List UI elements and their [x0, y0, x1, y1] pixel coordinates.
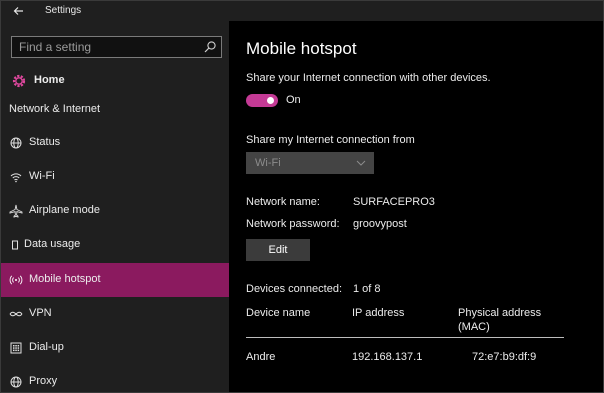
share-from-dropdown[interactable]: Wi-Fi: [246, 152, 374, 174]
page-title: Mobile hotspot: [246, 39, 357, 58]
network-name-value: SURFACEPRO3: [353, 196, 435, 208]
dialup-icon: [10, 342, 22, 354]
title-bar: Settings: [1, 1, 603, 21]
devices-connected-label: Devices connected:: [246, 283, 342, 295]
sidebar-item-airplane-mode[interactable]: Airplane mode: [1, 194, 229, 228]
sidebar-item-label: VPN: [29, 307, 52, 319]
mac-address-cell: 72:e7:b9:df:9: [472, 351, 537, 363]
device-name-cell: Andre: [246, 351, 276, 363]
globe-icon: [10, 376, 22, 388]
sidebar-item-label: Proxy: [29, 375, 58, 387]
sidebar-item-label: Status: [29, 136, 61, 148]
main-content: Mobile hotspot Share your Internet conne…: [229, 21, 603, 392]
hotspot-toggle[interactable]: [246, 94, 278, 107]
sidebar-item-dial-up[interactable]: Dial-up: [1, 331, 229, 365]
table-divider: [246, 337, 564, 338]
hotspot-icon: [9, 275, 23, 285]
sidebar-item-label: Airplane mode: [29, 204, 100, 216]
sidebar-item-label: Dial-up: [29, 341, 64, 353]
back-arrow-icon: [13, 7, 23, 15]
network-name-label: Network name:: [246, 196, 320, 208]
search-box[interactable]: [11, 36, 222, 58]
edit-button[interactable]: Edit: [246, 239, 310, 261]
back-button[interactable]: [10, 2, 28, 20]
sidebar-item-mobile-hotspot[interactable]: Mobile hotspot: [1, 263, 229, 297]
sidebar-item-label: Mobile hotspot: [29, 273, 101, 285]
data-usage-icon: [12, 240, 18, 250]
column-header-device-name: Device name: [246, 307, 311, 319]
column-header-ip-address: IP address: [352, 307, 405, 319]
sidebar-item-status[interactable]: Status: [1, 126, 229, 160]
share-description: Share your Internet connection with othe…: [246, 72, 491, 84]
chevron-down-icon: [356, 160, 366, 166]
wifi-icon: [10, 173, 22, 183]
sidebar-item-label: Home: [34, 74, 65, 86]
ip-address-cell: 192.168.137.1: [352, 351, 423, 363]
search-icon[interactable]: [203, 40, 217, 54]
sidebar: Home Network & Internet Status Wi-Fi Air…: [1, 21, 229, 392]
search-input[interactable]: [12, 37, 202, 57]
section-heading: Network & Internet: [9, 103, 101, 115]
sidebar-item-wifi[interactable]: Wi-Fi: [1, 160, 229, 194]
app-title: Settings: [45, 5, 82, 16]
sidebar-item-vpn[interactable]: VPN: [1, 297, 229, 331]
sidebar-item-proxy[interactable]: Proxy: [1, 365, 229, 393]
toggle-state-label: On: [286, 94, 301, 106]
sidebar-item-label: Wi-Fi: [29, 170, 55, 182]
sidebar-item-home[interactable]: Home: [1, 63, 229, 97]
gear-icon: [12, 74, 26, 88]
share-from-label: Share my Internet connection from: [246, 134, 415, 146]
column-header-physical-address: Physical address (MAC): [458, 307, 542, 333]
devices-connected-value: 1 of 8: [353, 283, 381, 295]
sidebar-item-data-usage[interactable]: Data usage: [1, 228, 229, 262]
airplane-icon: [9, 204, 23, 218]
network-password-label: Network password:: [246, 218, 340, 230]
globe-icon: [10, 137, 22, 149]
toggle-knob: [267, 97, 274, 104]
vpn-icon: [9, 311, 23, 317]
sidebar-item-label: Data usage: [24, 238, 81, 250]
network-password-value: groovypost: [353, 218, 407, 230]
dropdown-value: Wi-Fi: [255, 157, 281, 169]
